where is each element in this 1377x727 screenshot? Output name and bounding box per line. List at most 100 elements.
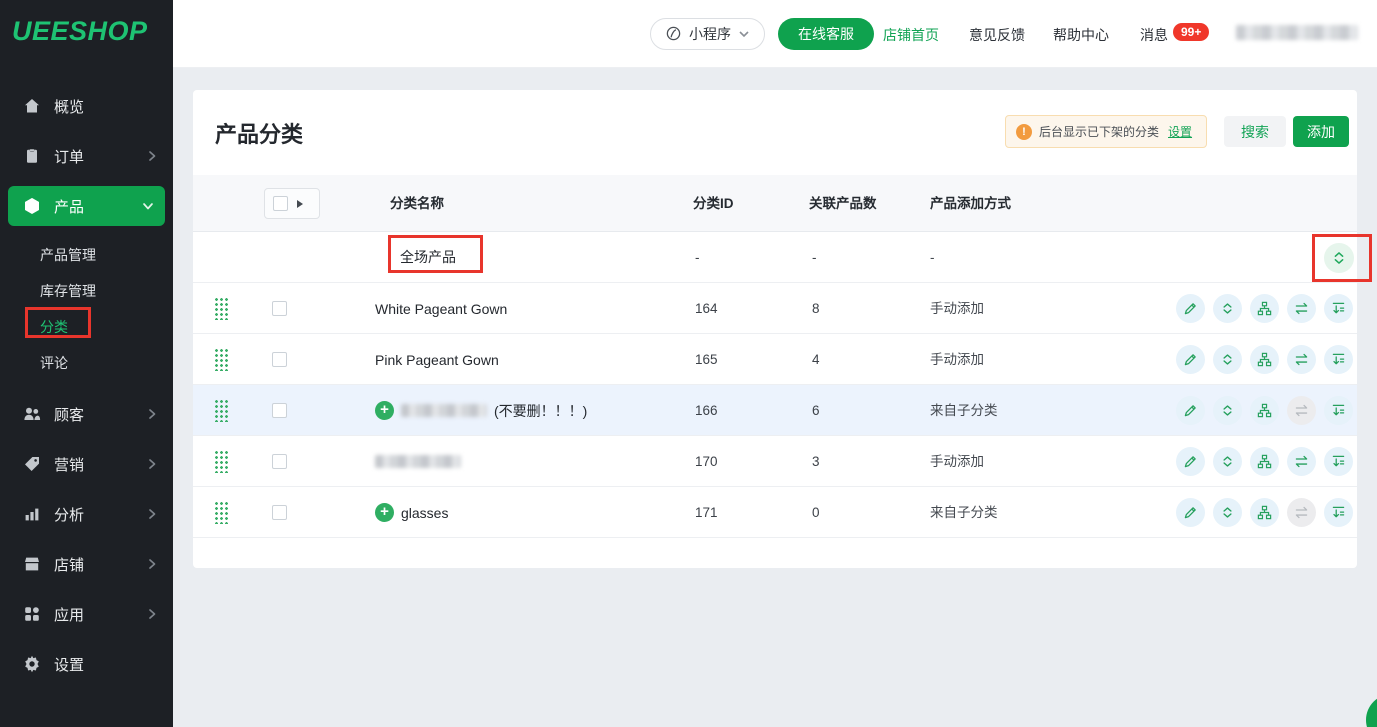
users-icon [22, 404, 42, 424]
edit-button[interactable] [1176, 396, 1205, 425]
help-center-link[interactable]: 帮助中心 [1053, 25, 1109, 45]
row-checkbox[interactable] [272, 505, 287, 520]
category-name[interactable]: White Pageant Gown [375, 301, 507, 317]
edit-button[interactable] [1176, 447, 1205, 476]
subcategory-tree-button[interactable] [1250, 396, 1279, 425]
feedback-link[interactable]: 意见反馈 [969, 25, 1025, 45]
store-home-link[interactable]: 店铺首页 [883, 25, 939, 45]
sidebar-subitem-inventory-management[interactable]: 库存管理 [0, 273, 173, 309]
subcategory-tree-button[interactable] [1250, 498, 1279, 527]
category-name[interactable]: glasses [401, 505, 448, 521]
category-name[interactable]: (不要删！！！) [494, 401, 587, 421]
category-name[interactable]: Pink Pageant Gown [375, 352, 499, 368]
storefront-icon [22, 554, 42, 574]
sort-button[interactable] [1213, 294, 1242, 323]
row-checkbox[interactable] [272, 352, 287, 367]
messages-link[interactable]: 消息 [1140, 25, 1168, 45]
sidebar-item-overview[interactable]: 概览 [0, 81, 173, 131]
move-to-bottom-button[interactable] [1324, 447, 1353, 476]
topbar: 小程序 在线客服 店铺首页 意见反馈 帮助中心 消息 99+ [173, 0, 1377, 68]
table-row: + glasses 171 0 来自子分类 [193, 487, 1357, 538]
drag-handle-icon[interactable] [214, 450, 228, 473]
row-checkbox[interactable] [272, 301, 287, 316]
sidebar-item-label: 应用 [54, 604, 145, 625]
sidebar-menu: 概览 订单 产品 产品管理库存管理分类评论 顾客 营销 分析 [0, 81, 173, 689]
subcategory-tree-button[interactable] [1250, 447, 1279, 476]
app-root: UEESHOP 概览 订单 产品 产品管理库存管理分类评论 顾客 营销 分析 [0, 0, 1377, 727]
account-name-redacted[interactable] [1236, 25, 1358, 40]
expand-subcategories-icon[interactable]: + [375, 401, 394, 420]
floating-service-bubble[interactable] [1366, 694, 1377, 727]
sort-button[interactable] [1213, 345, 1242, 374]
subcategory-tree-button[interactable] [1250, 294, 1279, 323]
name-cell: + White Pageant Gown [375, 283, 507, 334]
transfer-button[interactable] [1287, 498, 1316, 527]
sort-toggle-button[interactable] [1324, 243, 1354, 273]
sidebar-item-products[interactable]: 产品 [8, 186, 165, 226]
move-to-bottom-button[interactable] [1324, 345, 1353, 374]
edit-button[interactable] [1176, 294, 1205, 323]
notice-settings-link[interactable]: 设置 [1168, 123, 1192, 140]
move-to-bottom-button[interactable] [1324, 396, 1353, 425]
sidebar-item-apps[interactable]: 应用 [0, 589, 173, 639]
edit-button[interactable] [1176, 498, 1205, 527]
name-cell: + [375, 436, 461, 487]
transfer-button[interactable] [1287, 345, 1316, 374]
sidebar-subitem-categories[interactable]: 分类 [0, 309, 173, 345]
sidebar-subitem-product-management[interactable]: 产品管理 [0, 237, 173, 273]
all-products-name[interactable]: 全场产品 [400, 232, 456, 283]
linked-product-count: 8 [812, 283, 820, 334]
page-title: 产品分类 [215, 117, 303, 149]
warning-icon: ! [1016, 124, 1032, 140]
sidebar-item-customers[interactable]: 顾客 [0, 389, 173, 439]
subcategory-tree-button[interactable] [1250, 345, 1279, 374]
select-all-control[interactable] [264, 188, 320, 219]
sidebar-subitem-reviews[interactable]: 评论 [0, 345, 173, 381]
row-checkbox[interactable] [272, 403, 287, 418]
sort-button[interactable] [1213, 498, 1242, 527]
row-checkbox[interactable] [272, 454, 287, 469]
sidebar-item-label: 设置 [54, 654, 145, 675]
all-products-row: 全场产品 - - - [193, 232, 1357, 283]
redacted-name [375, 455, 461, 468]
drag-handle-icon[interactable] [214, 501, 228, 524]
transfer-button[interactable] [1287, 294, 1316, 323]
sidebar-item-marketing[interactable]: 营销 [0, 439, 173, 489]
clipboard-icon [22, 146, 42, 166]
sidebar-item-settings[interactable]: 设置 [0, 639, 173, 689]
drag-handle-icon[interactable] [214, 399, 228, 422]
drag-handle-icon[interactable] [214, 348, 228, 371]
select-all-expand-icon[interactable] [297, 200, 303, 208]
online-service-button[interactable]: 在线客服 [778, 18, 874, 50]
edit-button[interactable] [1176, 345, 1205, 374]
expand-subcategories-icon[interactable]: + [375, 503, 394, 522]
linked-product-count: 4 [812, 334, 820, 385]
mini-program-switcher[interactable]: 小程序 [650, 18, 765, 50]
cube-icon [22, 196, 42, 216]
move-to-bottom-button[interactable] [1324, 294, 1353, 323]
search-button[interactable]: 搜索 [1224, 116, 1286, 147]
name-cell: + Pink Pageant Gown [375, 334, 499, 385]
add-button[interactable]: 添加 [1293, 116, 1349, 147]
drag-handle-icon[interactable] [214, 297, 228, 320]
product-add-method: 手动添加 [930, 283, 984, 334]
bar-chart-icon [22, 504, 42, 524]
messages-badge[interactable]: 99+ [1173, 23, 1209, 41]
select-all-checkbox[interactable] [273, 196, 288, 211]
transfer-button[interactable] [1287, 396, 1316, 425]
transfer-button[interactable] [1287, 447, 1316, 476]
chevron-right-icon [145, 407, 159, 421]
sidebar-item-label: 顾客 [54, 404, 145, 425]
notice-text: 后台显示已下架的分类 [1039, 123, 1159, 140]
all-products-id: - [695, 232, 700, 283]
product-add-method: 手动添加 [930, 436, 984, 487]
sidebar-item-label: 分析 [54, 504, 145, 525]
sort-button[interactable] [1213, 396, 1242, 425]
move-to-bottom-button[interactable] [1324, 498, 1353, 527]
sort-button[interactable] [1213, 447, 1242, 476]
sidebar-item-analytics[interactable]: 分析 [0, 489, 173, 539]
sidebar-item-orders[interactable]: 订单 [0, 131, 173, 181]
sidebar-item-store[interactable]: 店铺 [0, 539, 173, 589]
linked-product-count: 0 [812, 487, 820, 538]
row-actions [1176, 345, 1353, 374]
